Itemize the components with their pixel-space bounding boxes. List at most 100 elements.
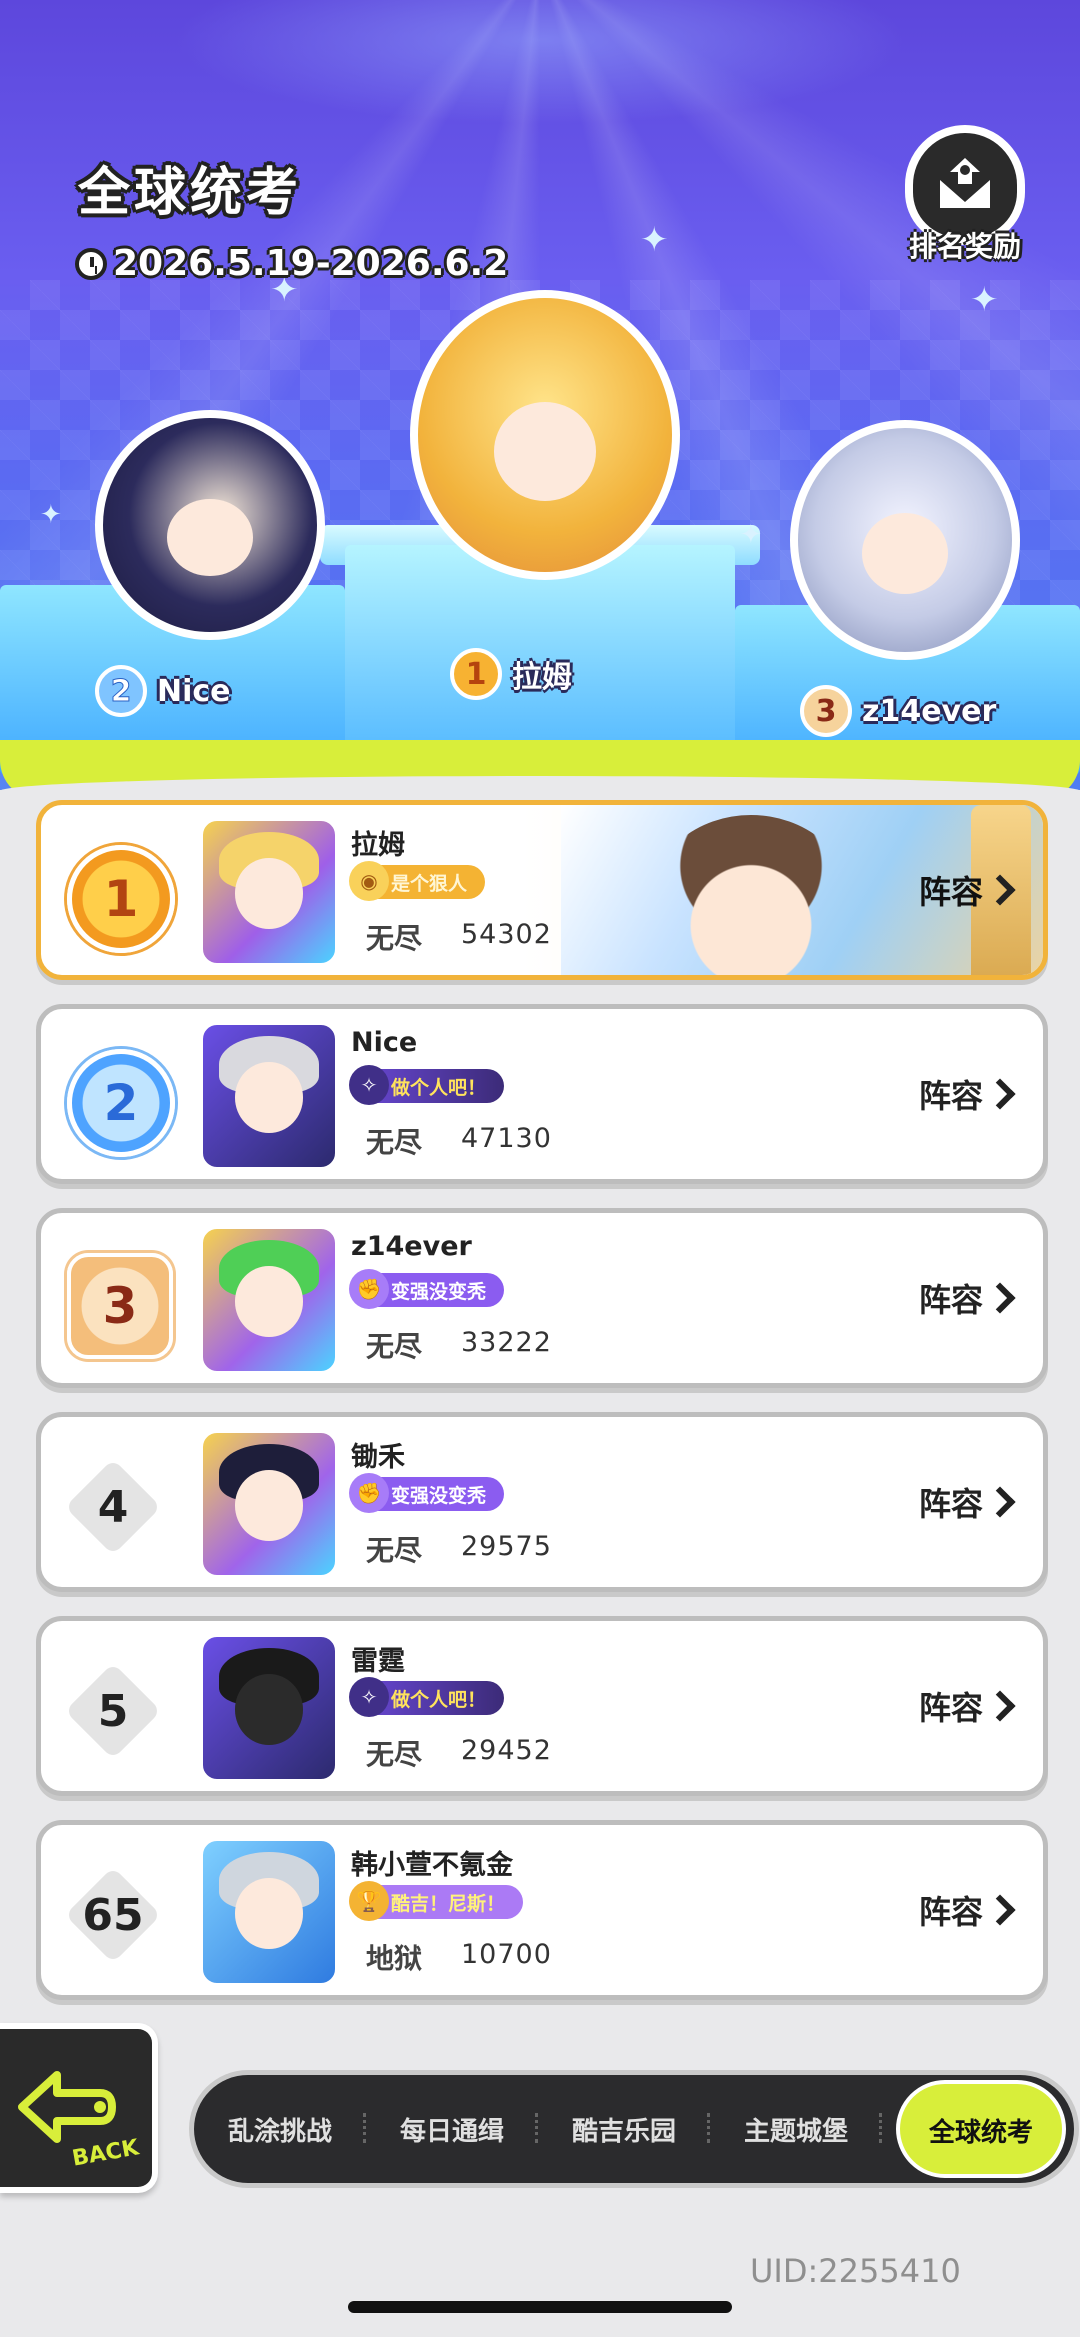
player-name: 拉姆 bbox=[351, 830, 405, 861]
player-title-badge: ✊ 变强没变秃 bbox=[349, 1473, 505, 1513]
player-mode: 地狱 bbox=[366, 1942, 423, 1975]
lineup-button[interactable]: 阵容 bbox=[918, 1887, 1016, 1933]
cat-face-icon: ◉ bbox=[349, 861, 389, 901]
chevron-right-icon bbox=[984, 1894, 1016, 1926]
podium-third-tag: 3 z14ever bbox=[800, 685, 996, 737]
podium-second-tag: 2 Nice bbox=[95, 665, 231, 717]
fist-icon: ✊ bbox=[349, 1269, 389, 1309]
player-title-badge: ◉ 是个狠人 bbox=[349, 861, 486, 901]
tab-global-exam[interactable]: 全球统考 bbox=[896, 2080, 1066, 2178]
rank-number: 5 bbox=[97, 1685, 129, 1737]
lineup-label: 阵容 bbox=[918, 1485, 983, 1523]
tab-doodle-challenge[interactable]: 乱涂挑战 bbox=[194, 2111, 366, 2148]
hero-banner: ✦ ✦ ✦ ✦ ✦ 全球统考 2026.5.19-2026.6.2 排名奖励 1… bbox=[0, 0, 1080, 790]
lineup-button[interactable]: 阵容 bbox=[918, 1071, 1016, 1117]
player-score: 29452 bbox=[461, 1735, 552, 1766]
rank-diamond-icon: 65 bbox=[63, 1870, 163, 1960]
player-score: 10700 bbox=[461, 1939, 552, 1970]
player-avatar bbox=[199, 1633, 339, 1783]
fist-icon: ✊ bbox=[349, 1473, 389, 1513]
player-name: z14ever bbox=[351, 1231, 472, 1262]
tab-theme-castle[interactable]: 主题城堡 bbox=[710, 2111, 882, 2148]
lineup-label: 阵容 bbox=[918, 1077, 983, 1115]
mode-tab-bar: 乱涂挑战 每日通缉 酷吉乐园 主题城堡 全球统考 bbox=[194, 2075, 1074, 2183]
rank-number: 4 bbox=[97, 1481, 129, 1533]
slime-divider bbox=[0, 740, 1080, 790]
bat-wing-icon: ✧ bbox=[349, 1677, 389, 1717]
chevron-right-icon bbox=[984, 1282, 1016, 1314]
chevron-right-icon bbox=[984, 1690, 1016, 1722]
second-place-character[interactable] bbox=[95, 410, 325, 640]
chevron-right-icon bbox=[984, 1078, 1016, 1110]
player-title-text: 做个人吧！ bbox=[391, 1688, 487, 1711]
home-indicator[interactable] bbox=[348, 2301, 732, 2313]
rank-diamond-icon: 4 bbox=[63, 1462, 163, 1552]
tab-daily-wanted[interactable]: 每日通缉 bbox=[366, 2111, 538, 2148]
player-title-text: 做个人吧！ bbox=[391, 1076, 487, 1099]
sparkle-icon: ✦ bbox=[640, 220, 669, 260]
first-place-character[interactable] bbox=[410, 290, 680, 580]
player-title-badge: ✊ 变强没变秃 bbox=[349, 1269, 505, 1309]
leaderboard-list: 1 拉姆 ◉ 是个狠人 无尽 54302 阵容 2 Nice ✧ 做个人吧！ 无… bbox=[36, 800, 1048, 2024]
lineup-button[interactable]: 阵容 bbox=[918, 867, 1016, 913]
podium-first-tag: 1 拉姆 bbox=[450, 648, 572, 700]
lineup-button[interactable]: 阵容 bbox=[918, 1479, 1016, 1525]
rank-medal-icon: 1 bbox=[67, 845, 175, 953]
player-title-badge: 🏆 酷吉！尼斯！ bbox=[349, 1881, 524, 1921]
player-title-text: 酷吉！尼斯！ bbox=[391, 1892, 506, 1915]
rank-medal-icon: 3 bbox=[67, 1253, 173, 1359]
player-avatar bbox=[199, 1837, 339, 1987]
player-avatar bbox=[199, 817, 339, 967]
leaderboard-row[interactable]: 2 Nice ✧ 做个人吧！ 无尽 47130 阵容 bbox=[36, 1004, 1048, 1184]
trophy-box-glyph bbox=[940, 158, 990, 208]
event-date: 2026.5.19-2026.6.2 bbox=[75, 243, 508, 284]
sparkle-icon: ✦ bbox=[740, 520, 762, 550]
lineup-button[interactable]: 阵容 bbox=[918, 1683, 1016, 1729]
chevron-right-icon bbox=[984, 874, 1016, 906]
player-title-badge: ✧ 做个人吧！ bbox=[349, 1677, 505, 1717]
player-title-badge: ✧ 做个人吧！ bbox=[349, 1065, 505, 1105]
lineup-label: 阵容 bbox=[918, 1689, 983, 1727]
event-date-range: 2026.5.19-2026.6.2 bbox=[113, 243, 509, 284]
back-button[interactable]: BACK bbox=[0, 2023, 158, 2193]
ranking-reward-button[interactable]: 排名奖励 bbox=[900, 125, 1030, 265]
rank-medal-icon: 3 bbox=[800, 685, 852, 737]
player-name: 锄禾 bbox=[351, 1442, 405, 1473]
lineup-label: 阵容 bbox=[918, 1893, 983, 1931]
player-avatar bbox=[199, 1429, 339, 1579]
player-avatar bbox=[199, 1021, 339, 1171]
player-title-text: 是个狠人 bbox=[391, 872, 468, 895]
player-score: 47130 bbox=[461, 1123, 552, 1154]
rank-medal-icon: 2 bbox=[67, 1049, 175, 1157]
player-mode: 无尽 bbox=[366, 1738, 423, 1771]
third-place-character[interactable] bbox=[790, 420, 1020, 660]
player-mode: 无尽 bbox=[366, 1126, 423, 1159]
player-mode: 无尽 bbox=[366, 922, 423, 955]
clock-icon bbox=[75, 247, 107, 280]
player-name: 雷霆 bbox=[351, 1646, 405, 1677]
trophy-icon: 🏆 bbox=[349, 1881, 389, 1921]
player-avatar bbox=[199, 1225, 339, 1375]
rank-medal-icon: 2 bbox=[95, 665, 147, 717]
bat-wing-icon: ✧ bbox=[349, 1065, 389, 1105]
chevron-right-icon bbox=[984, 1486, 1016, 1518]
player-score: 29575 bbox=[461, 1531, 552, 1562]
lineup-label: 阵容 bbox=[918, 873, 983, 911]
player-title-text: 变强没变秃 bbox=[391, 1280, 487, 1303]
sparkle-icon: ✦ bbox=[970, 280, 999, 320]
sparkle-icon: ✦ bbox=[40, 500, 62, 530]
leaderboard-row[interactable]: 4 锄禾 ✊ 变强没变秃 无尽 29575 阵容 bbox=[36, 1412, 1048, 1592]
leaderboard-row[interactable]: 1 拉姆 ◉ 是个狠人 无尽 54302 阵容 bbox=[36, 800, 1048, 980]
player-name: Nice bbox=[351, 1027, 418, 1058]
rank-number: 65 bbox=[82, 1889, 144, 1941]
tab-kuji-park[interactable]: 酷吉乐园 bbox=[538, 2111, 710, 2148]
leaderboard-row[interactable]: 5 雷霆 ✧ 做个人吧！ 无尽 29452 阵容 bbox=[36, 1616, 1048, 1796]
leaderboard-row-self[interactable]: 65 韩小萱不氪金 🏆 酷吉！尼斯！ 地狱 10700 阵容 bbox=[36, 1820, 1048, 2000]
ranking-reward-label: 排名奖励 bbox=[908, 230, 1021, 263]
player-mode: 无尽 bbox=[366, 1534, 423, 1567]
podium-third-name: z14ever bbox=[862, 693, 997, 729]
player-score: 33222 bbox=[461, 1327, 552, 1358]
lineup-button[interactable]: 阵容 bbox=[919, 1275, 1016, 1321]
podium-second-name: Nice bbox=[157, 673, 231, 709]
leaderboard-row[interactable]: 3 z14ever ✊ 变强没变秃 无尽 33222 阵容 bbox=[36, 1208, 1048, 1388]
